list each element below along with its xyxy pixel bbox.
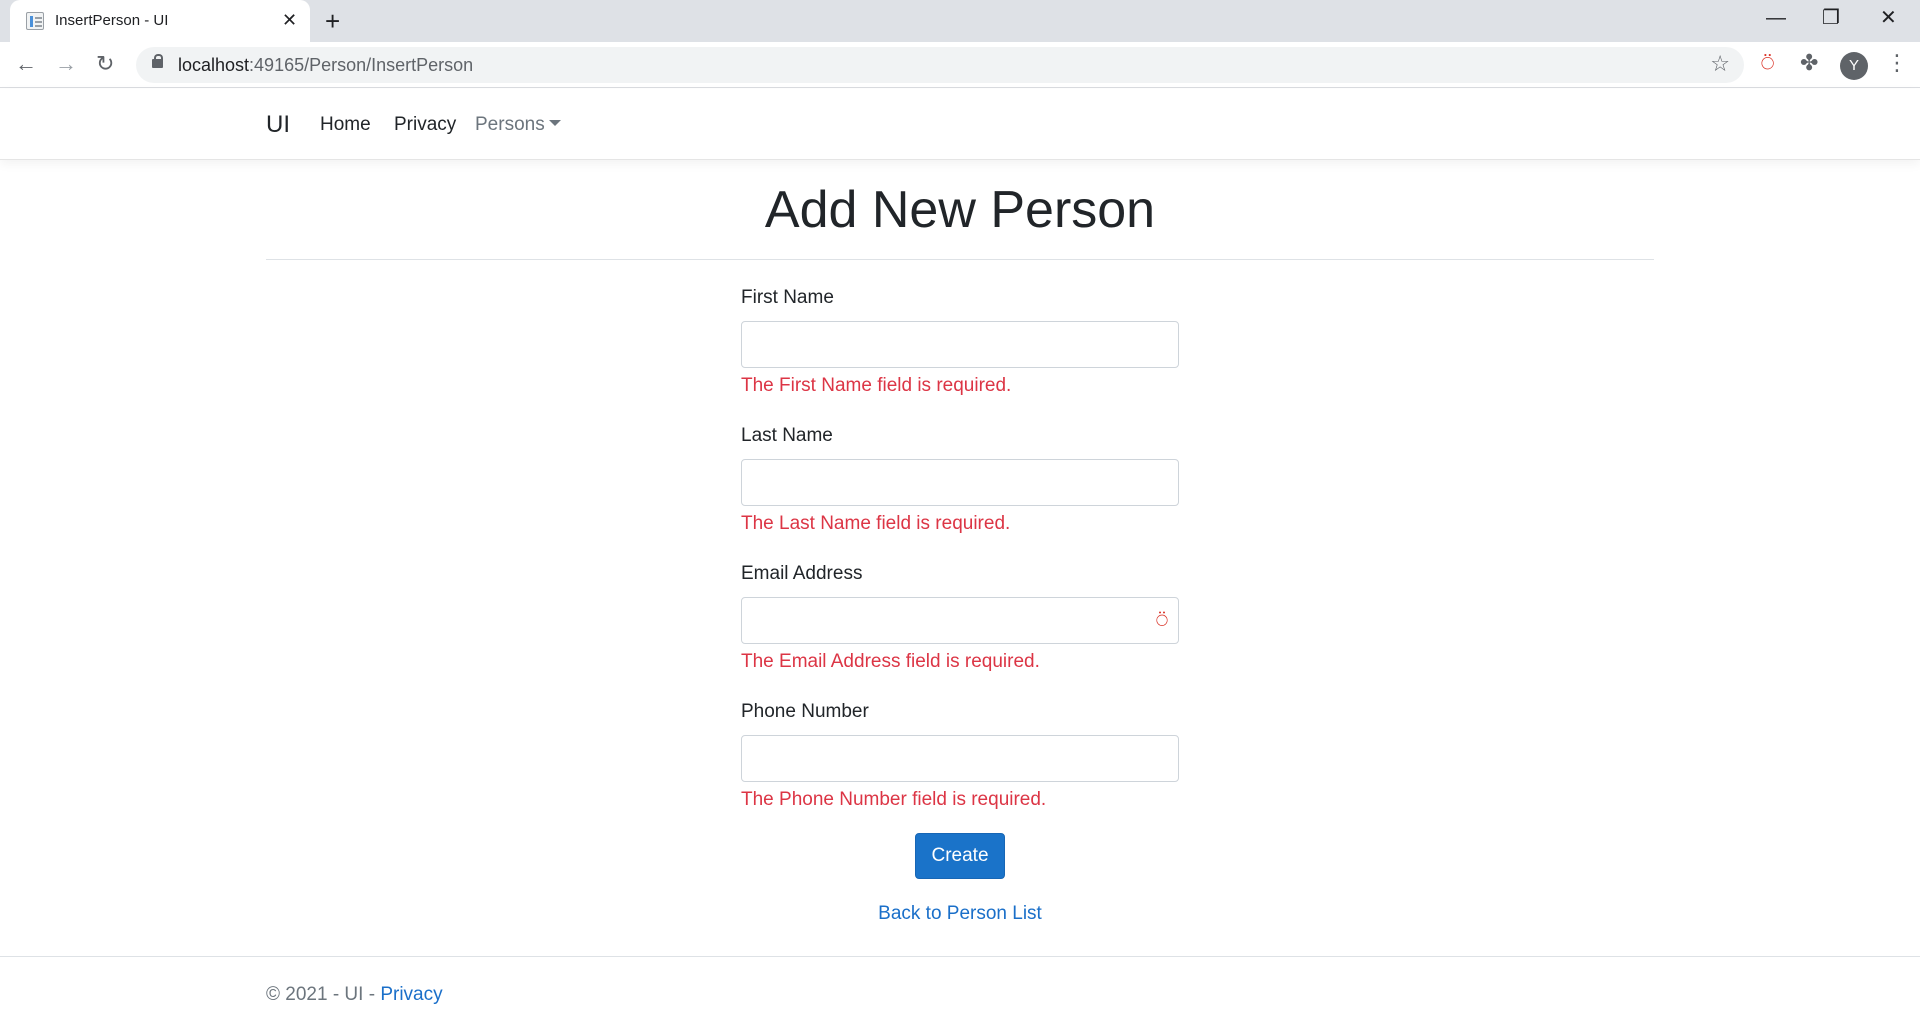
address-bar[interactable]: localhost:49165/Person/InsertPerson ☆ [136, 47, 1744, 83]
nav-link-home[interactable]: Home [320, 114, 371, 136]
form-group-phone: Phone Number The Phone Number field is r… [741, 699, 1179, 837]
nav-dropdown-label: Persons [475, 114, 545, 135]
tab-close-icon[interactable]: ✕ [282, 10, 297, 30]
password-extension-icon[interactable]: ⍥ [1761, 51, 1774, 77]
caret-down-icon [548, 120, 561, 126]
footer-text: © 2021 - UI - [266, 984, 381, 1005]
tab-strip: InsertPerson - UI ✕ + — ❐ ✕ [0, 0, 1920, 42]
site-navbar: UI Home Privacy Persons [0, 89, 1920, 160]
profile-avatar[interactable]: Y [1840, 52, 1868, 80]
email-label: Email Address [741, 563, 863, 584]
forward-arrow-icon[interactable]: → [55, 51, 77, 77]
extensions-puzzle-icon[interactable]: ✤ [1800, 50, 1818, 76]
footer-divider [0, 956, 1920, 957]
footer: © 2021 - UI - Privacy [266, 984, 443, 1006]
phone-label: Phone Number [741, 701, 869, 722]
back-arrow-icon[interactable]: ← [15, 51, 37, 77]
browser-tab[interactable]: InsertPerson - UI ✕ [10, 0, 310, 42]
form-group-email: Email Address ⍥ The Email Address field … [741, 561, 1179, 699]
lock-icon[interactable] [152, 54, 163, 68]
minimize-button[interactable]: — [1766, 6, 1786, 30]
restore-button[interactable]: ❐ [1822, 6, 1840, 30]
window-close-button[interactable]: ✕ [1880, 6, 1897, 30]
reload-icon[interactable]: ↻ [96, 51, 114, 77]
url-text[interactable]: localhost:49165/Person/InsertPerson [178, 55, 473, 76]
title-divider [266, 259, 1654, 260]
last-name-input[interactable] [741, 459, 1179, 506]
browser-menu-icon[interactable]: ⋮ [1886, 50, 1908, 76]
browser-toolbar: ← → ↻ localhost:49165/Person/InsertPerso… [0, 42, 1920, 88]
new-tab-button[interactable]: + [325, 6, 340, 36]
form-group-last-name: Last Name The Last Name field is require… [741, 423, 1179, 561]
tab-title: InsertPerson - UI [55, 12, 169, 29]
first-name-error: The First Name field is required. [741, 375, 1012, 396]
url-host: localhost [178, 55, 250, 75]
insert-person-form: First Name The First Name field is requi… [741, 285, 1179, 837]
create-button[interactable]: Create [915, 833, 1005, 879]
nav-link-privacy[interactable]: Privacy [394, 114, 456, 136]
last-name-error: The Last Name field is required. [741, 513, 1011, 534]
email-error: The Email Address field is required. [741, 651, 1040, 672]
email-input[interactable]: ⍥ [741, 597, 1179, 644]
first-name-input[interactable] [741, 321, 1179, 368]
bookmark-star-icon[interactable]: ☆ [1710, 51, 1730, 77]
back-to-list-link[interactable]: Back to Person List [266, 903, 1654, 925]
page-favicon-icon [26, 12, 44, 30]
last-name-label: Last Name [741, 425, 833, 446]
form-group-first-name: First Name The First Name field is requi… [741, 285, 1179, 423]
password-manager-icon[interactable]: ⍥ [1156, 611, 1168, 631]
phone-error: The Phone Number field is required. [741, 789, 1047, 810]
nav-dropdown-persons[interactable]: Persons [475, 114, 561, 136]
first-name-label: First Name [741, 287, 834, 308]
url-path: :49165/Person/InsertPerson [249, 55, 474, 75]
footer-privacy-link[interactable]: Privacy [380, 984, 442, 1005]
page-title: Add New Person [764, 181, 1156, 239]
brand-link[interactable]: UI [266, 111, 290, 139]
phone-input[interactable] [741, 735, 1179, 782]
